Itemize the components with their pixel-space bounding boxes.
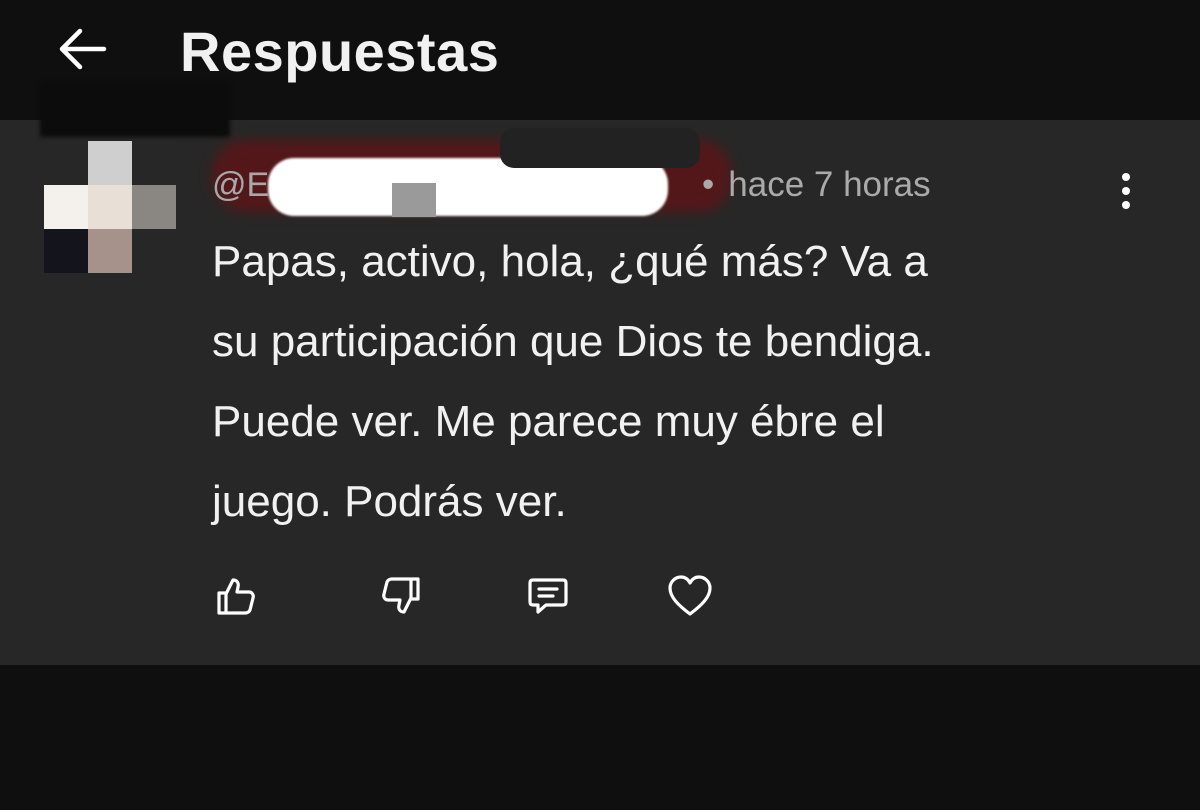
meta-separator: •	[702, 165, 715, 204]
reply-comment-icon	[525, 573, 571, 624]
comment-timestamp: hace 7 horas	[728, 165, 931, 204]
comment-line: Puede ver. Me parece muy ébre el	[212, 397, 885, 446]
comment-line: juego. Podrás ver.	[212, 477, 567, 526]
user-handle[interactable]: @E	[212, 163, 269, 207]
heart-button[interactable]	[662, 570, 718, 626]
thumb-down-icon	[379, 573, 425, 624]
comment-line: su participación que Dios te bendiga.	[212, 317, 934, 366]
redaction-mark	[392, 183, 436, 217]
thumb-up-icon	[212, 573, 258, 624]
like-button[interactable]	[207, 570, 263, 626]
redaction-smudge	[40, 82, 230, 137]
heart-icon	[666, 573, 714, 624]
avatar[interactable]	[44, 141, 176, 273]
more-options-button[interactable]	[1108, 170, 1144, 216]
comment-line: Papas, activo, hola, ¿qué más? Va a	[212, 237, 928, 286]
comment-body: Papas, activo, hola, ¿qué más? Va a su p…	[212, 222, 1172, 542]
redaction-mark	[500, 128, 700, 168]
back-button[interactable]	[46, 20, 118, 82]
comment-actions	[0, 570, 1200, 626]
more-vertical-icon	[1118, 171, 1134, 216]
reply-button[interactable]	[520, 570, 576, 626]
comment-meta: • hace 7 horas	[702, 163, 931, 207]
page-title: Respuestas	[180, 20, 500, 83]
dislike-button[interactable]	[374, 570, 430, 626]
arrow-left-icon	[52, 24, 112, 79]
